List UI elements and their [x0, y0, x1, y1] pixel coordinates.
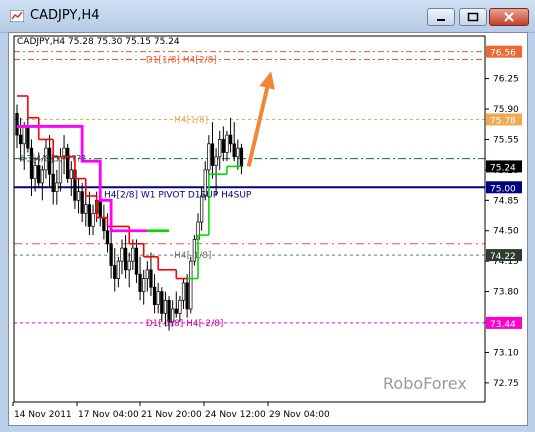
candle-body: [26, 126, 30, 149]
candle-body: [236, 147, 240, 158]
candle-body: [163, 299, 168, 314]
level-label: H4[-1/8]: [174, 251, 211, 261]
price-badge-label: 74.22: [490, 252, 516, 262]
price-tick-label: 74.50: [493, 227, 519, 237]
price-tick-label: 72.75: [493, 379, 519, 389]
candle-body: [123, 247, 128, 271]
candle-body: [15, 113, 19, 136]
symbol-info: CADJPY,H4 75.28 75.30 75.15 75.24: [17, 37, 180, 47]
minimize-button[interactable]: [427, 8, 455, 26]
forecast-arrow-head: [259, 71, 275, 90]
candle-body: [69, 169, 73, 179]
price-badge-label: 75.78: [490, 116, 516, 126]
candle-body: [33, 165, 37, 179]
close-button[interactable]: [489, 8, 529, 26]
candle-body: [76, 191, 81, 201]
candle-body: [149, 269, 153, 288]
maximize-icon: [467, 12, 479, 22]
plot-border: [13, 35, 486, 403]
candle-body: [152, 286, 157, 305]
forecast-arrow: [246, 73, 273, 167]
mt4-chart-window: { "window": { "title": "CADJPY,H4" }, "c…: [0, 0, 535, 432]
maximize-button[interactable]: [459, 8, 487, 26]
candle-body: [207, 143, 211, 171]
level-label: D1[1/8] H4[2/8]: [146, 55, 217, 65]
candle-body: [174, 308, 178, 314]
chart-app-icon: [10, 10, 24, 22]
time-tick-label: 17 Nov 04:00: [78, 410, 139, 420]
minimize-icon: [437, 19, 445, 21]
candle-body: [55, 182, 59, 192]
time-tick-label: 29 Nov 04:00: [269, 410, 330, 420]
candle-body: [87, 204, 92, 227]
candle-body: [98, 199, 102, 219]
candle-body: [178, 299, 182, 314]
candle-body: [145, 269, 149, 279]
candle-body: [185, 282, 189, 310]
price-badge-label: 76.56: [490, 49, 516, 59]
candle-body: [189, 260, 193, 310]
candle-body: [142, 278, 146, 292]
candle-body: [22, 126, 26, 145]
candle-body: [116, 260, 121, 279]
time-axis: 14 Nov 2011 17 Nov 04:00 21 Nov 20:00 24 No…: [12, 402, 330, 420]
candle-body: [181, 282, 186, 301]
price-badge-label: 75.24: [490, 163, 516, 173]
candle-body: [218, 139, 222, 158]
candle-body: [131, 247, 135, 262]
candle-body: [232, 143, 236, 158]
candle-body: [109, 243, 113, 266]
chart-canvas[interactable]: 76.2575.9075.5575.2074.8574.5074.1573.80…: [9, 33, 527, 425]
candle-body: [51, 173, 55, 192]
candle-body: [138, 273, 142, 292]
level-label: #3[4/8]5.?????: [19, 155, 86, 165]
candle-body: [91, 212, 95, 227]
candle-body: [127, 260, 131, 271]
price-tick-label: 73.80: [493, 288, 519, 298]
candle-body: [37, 165, 41, 184]
candle-body: [18, 134, 23, 145]
candle-body: [120, 247, 124, 262]
plot-frame: [13, 35, 486, 403]
candle-body: [210, 143, 215, 166]
candle-body: [228, 134, 233, 145]
candle-body: [156, 291, 160, 305]
time-tick-label: 14 Nov 2011: [14, 410, 72, 420]
candle-body: [102, 217, 106, 232]
candle-body: [221, 139, 225, 153]
close-icon: [504, 12, 514, 22]
price-tick-label: 76.25: [493, 75, 519, 85]
candle-body: [225, 134, 229, 153]
chart-area[interactable]: 76.2575.9075.5575.2074.8574.5074.1573.80…: [8, 32, 528, 426]
candle-body: [113, 265, 117, 279]
watermark: RoboForex: [383, 374, 467, 393]
overlay: [246, 71, 275, 167]
candle-body: [239, 147, 244, 167]
center-level-label: H4[2/8] W1 PIVOT D1SUP H4SUP: [104, 190, 252, 200]
candle-body: [160, 291, 164, 314]
candle-body: [40, 169, 44, 184]
price-tick-label: 73.10: [493, 348, 519, 358]
candle-body: [134, 247, 139, 275]
price-tick-label: 74.85: [493, 196, 519, 206]
candle-body: [105, 230, 110, 245]
price-badge-label: 75.00: [490, 184, 516, 194]
time-tick-label: 24 Nov 12:00: [205, 410, 266, 420]
level-label: H4[1/8]: [174, 115, 208, 125]
price-badge-label: 73.44: [490, 320, 516, 330]
candle-body: [80, 191, 84, 214]
time-tick-label: 21 Nov 20:00: [141, 410, 202, 420]
price-tick-label: 75.55: [493, 135, 519, 145]
candle-body: [84, 204, 88, 214]
title-bar: CADJPY,H4: [0, 0, 535, 33]
level-labels: CADJPY,H4 75.28 75.30 75.15 75.24 D1[1/8]…: [17, 37, 467, 393]
level-label: D1[-1/8] H4[-2/8]: [146, 319, 224, 329]
level-lines: [14, 51, 485, 324]
window-title: CADJPY,H4: [30, 8, 100, 23]
candle-body: [214, 156, 218, 166]
